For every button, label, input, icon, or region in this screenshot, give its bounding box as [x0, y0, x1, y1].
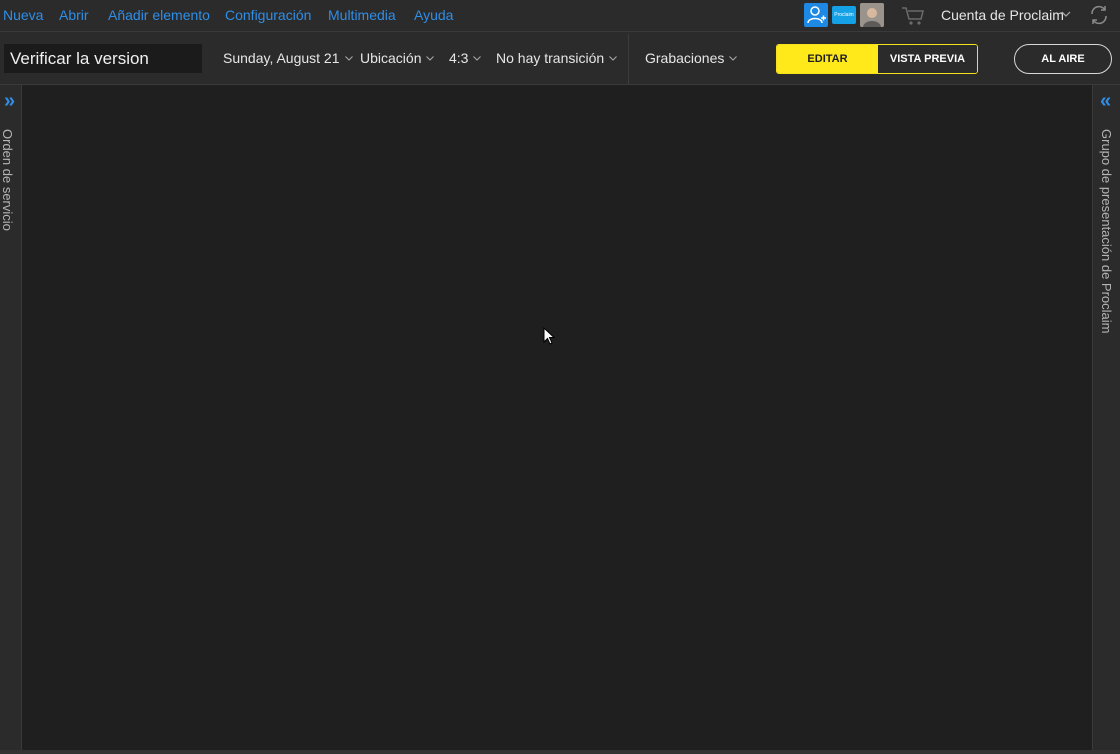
bottom-strip	[0, 750, 1120, 754]
chevron-down-icon	[473, 56, 482, 61]
aspect-ratio-label: 4:3	[449, 50, 469, 66]
menu-item-multimedia[interactable]: Multimedia	[328, 7, 396, 23]
service-order-panel: » Orden de servicio	[0, 85, 22, 750]
chevron-down-icon	[426, 56, 435, 61]
date-label: Sunday, August 21	[223, 50, 340, 66]
menu-item-anadir-elemento[interactable]: Añadir elemento	[108, 7, 210, 23]
sync-icon[interactable]	[1088, 3, 1110, 27]
menu-bar: Nueva Abrir Añadir elemento Configuració…	[0, 0, 1120, 32]
menu-item-abrir[interactable]: Abrir	[59, 7, 89, 23]
user-add-icon[interactable]	[804, 3, 828, 27]
aspect-ratio-dropdown[interactable]: 4:3	[449, 50, 482, 66]
cart-icon[interactable]	[900, 3, 926, 27]
mode-toggle: EDITAR VISTA PREVIA	[776, 44, 978, 74]
toolbar: Sunday, August 21 Ubicación 4:3 No hay t…	[0, 32, 1120, 85]
chevron-down-icon	[344, 56, 353, 61]
main-workspace	[22, 85, 1092, 750]
on-air-button[interactable]: AL AIRE	[1014, 44, 1112, 74]
expand-panel-icon[interactable]: »	[4, 91, 15, 111]
preview-mode-button[interactable]: VISTA PREVIA	[878, 45, 977, 73]
chevron-down-icon	[729, 56, 738, 61]
menu-item-nueva[interactable]: Nueva	[3, 7, 43, 23]
menu-item-ayuda[interactable]: Ayuda	[414, 7, 453, 23]
edit-mode-button[interactable]: EDITAR	[777, 45, 878, 73]
chevron-down-icon	[609, 56, 618, 61]
expand-panel-icon[interactable]: «	[1100, 91, 1111, 111]
chevron-down-icon	[1061, 11, 1071, 17]
mouse-cursor-icon	[543, 327, 556, 345]
transition-label: No hay transición	[496, 50, 605, 66]
proclaim-badge-icon[interactable]: Proclaim	[832, 6, 856, 24]
account-menu[interactable]: Cuenta de Proclaim	[941, 7, 1064, 23]
avatar[interactable]	[860, 3, 884, 27]
transition-dropdown[interactable]: No hay transición	[496, 50, 618, 66]
date-dropdown[interactable]: Sunday, August 21	[223, 50, 353, 66]
location-label: Ubicación	[360, 50, 422, 66]
recordings-label: Grabaciones	[645, 50, 725, 66]
recordings-dropdown[interactable]: Grabaciones	[645, 50, 738, 66]
presentation-group-panel: « Grupo de presentación de Proclaim	[1092, 85, 1120, 750]
presentation-title-input[interactable]	[4, 44, 202, 73]
service-order-tab[interactable]: Orden de servicio	[0, 129, 15, 231]
location-dropdown[interactable]: Ubicación	[360, 50, 435, 66]
presentation-group-tab[interactable]: Grupo de presentación de Proclaim	[1099, 129, 1114, 334]
menu-item-configuracion[interactable]: Configuración	[225, 7, 311, 23]
toolbar-divider	[628, 34, 629, 84]
